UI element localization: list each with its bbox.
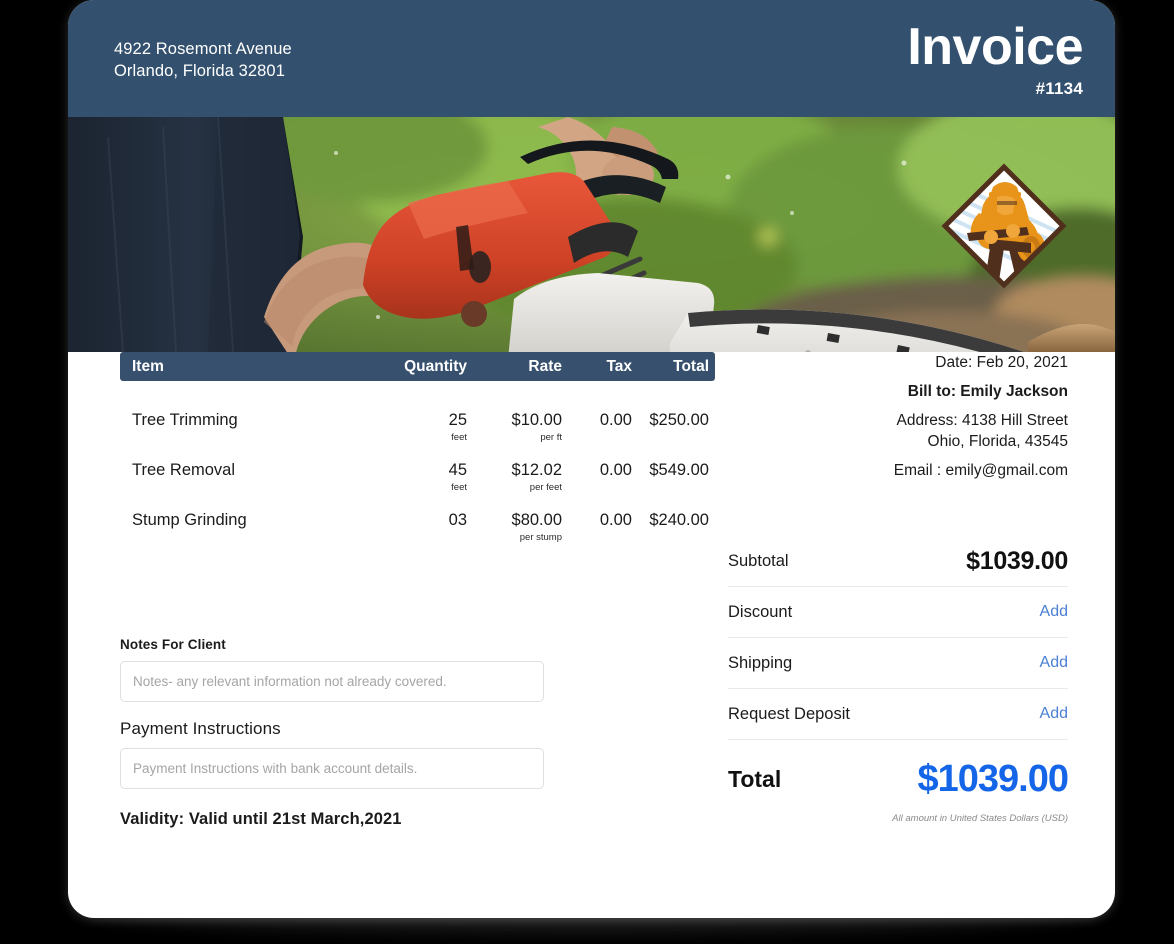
row-item-name: Stump Grinding [132,511,247,529]
totals-list: Subtotal $1039.00 Discount Add Shipping … [728,536,1069,824]
column-header-rate: Rate [528,357,562,375]
invoice-number: #1134 [1035,79,1083,98]
add-shipping-link[interactable]: Add [1040,654,1068,672]
row-rate: $80.00 [511,511,562,529]
row-total: $240.00 [649,511,709,529]
row-quantity: 03 [448,511,467,529]
table-header-row: Item Quantity Rate Tax Total [120,352,715,381]
validity-text: Validity: Valid until 21st March,2021 [120,810,402,828]
bill-address-line1: Address: 4138 Hill Street [896,412,1068,429]
row-rate: $10.00 [511,411,562,429]
invoice-body: Item Quantity Rate Tax Total Tree Trimmi… [68,352,1115,918]
shipping-label: Shipping [728,653,793,672]
row-total: $250.00 [649,411,709,429]
row-item-name: Tree Removal [132,461,236,479]
table-row[interactable]: Tree Removal 45 feet $12.02 per feet 0.0… [120,460,715,510]
row-item-name: Tree Trimming [132,411,238,429]
add-discount-link[interactable]: Add [1040,603,1068,621]
column-header-tax: Tax [606,357,632,375]
bill-email: Email : emily@gmail.com [893,462,1068,479]
invoice-card: 4922 Rosemont Avenue Orlando, Florida 32… [68,0,1115,918]
company-address-line1: 4922 Rosemont Avenue [114,40,292,58]
request-deposit-row: Request Deposit Add [728,689,1068,740]
table-row[interactable]: Stump Grinding 03 $80.00 per stump 0.00 … [120,510,715,560]
invoice-date: Date: Feb 20, 2021 [935,354,1068,371]
company-address-line2: Orlando, Florida 32801 [114,62,285,80]
row-quantity: 25 [448,411,467,429]
row-quantity-unit: feet [451,482,467,493]
shipping-row: Shipping Add [728,638,1068,689]
column-header-total: Total [673,357,709,375]
total-label: Total [728,766,782,792]
grand-total-row: Total $1039.00 [728,758,1069,801]
row-tax: 0.00 [599,461,632,479]
row-rate-unit: per feet [529,482,562,493]
hero-photo [68,117,1115,352]
column-header-quantity: Quantity [404,357,467,375]
payment-instructions-label: Payment Instructions [120,719,281,738]
row-tax: 0.00 [599,511,632,529]
column-header-item: Item [132,357,164,375]
row-quantity-unit: feet [451,432,467,443]
payment-instructions-input[interactable] [120,748,544,789]
subtotal-row: Subtotal $1039.00 [728,536,1068,587]
total-value: $1039.00 [917,758,1069,800]
summary-panel: Date: Feb 20, 2021 Bill to: Emily Jackso… [728,352,1069,824]
bill-address-line2: Ohio, Florida, 43545 [927,433,1068,450]
invoice-header: 4922 Rosemont Avenue Orlando, Florida 32… [68,0,1115,117]
notes-label: Notes For Client [120,637,226,652]
page-title: Invoice [907,18,1083,76]
row-total: $549.00 [649,461,709,479]
bill-to: Bill to: Emily Jackson [907,383,1068,400]
discount-row: Discount Add [728,587,1068,638]
row-rate-unit: per ft [540,432,562,443]
notes-section: Notes For Client Payment Instructions Va… [120,637,544,829]
row-tax: 0.00 [599,411,632,429]
company-address: 4922 Rosemont Avenue Orlando, Florida 32… [114,38,292,82]
lumberjack-diamond-icon [941,163,1067,289]
row-quantity: 45 [448,461,467,479]
notes-input[interactable] [120,661,544,702]
lumberjack-logo [939,161,1069,291]
discount-label: Discount [728,602,793,621]
table-row[interactable]: Tree Trimming 25 feet $10.00 per ft 0.00… [120,410,715,460]
request-deposit-label: Request Deposit [728,704,850,723]
line-items-table: Item Quantity Rate Tax Total Tree Trimmi… [120,352,715,560]
subtotal-label: Subtotal [728,551,789,570]
invoice-title-block: Invoice #1134 [907,18,1083,99]
currency-note: All amount in United States Dollars (USD… [892,813,1068,824]
add-deposit-link[interactable]: Add [1040,705,1068,723]
subtotal-value: $1039.00 [966,546,1068,575]
row-rate-unit: per stump [519,532,562,543]
row-rate: $12.02 [511,461,562,479]
screen-background: 4922 Rosemont Avenue Orlando, Florida 32… [0,0,1174,944]
